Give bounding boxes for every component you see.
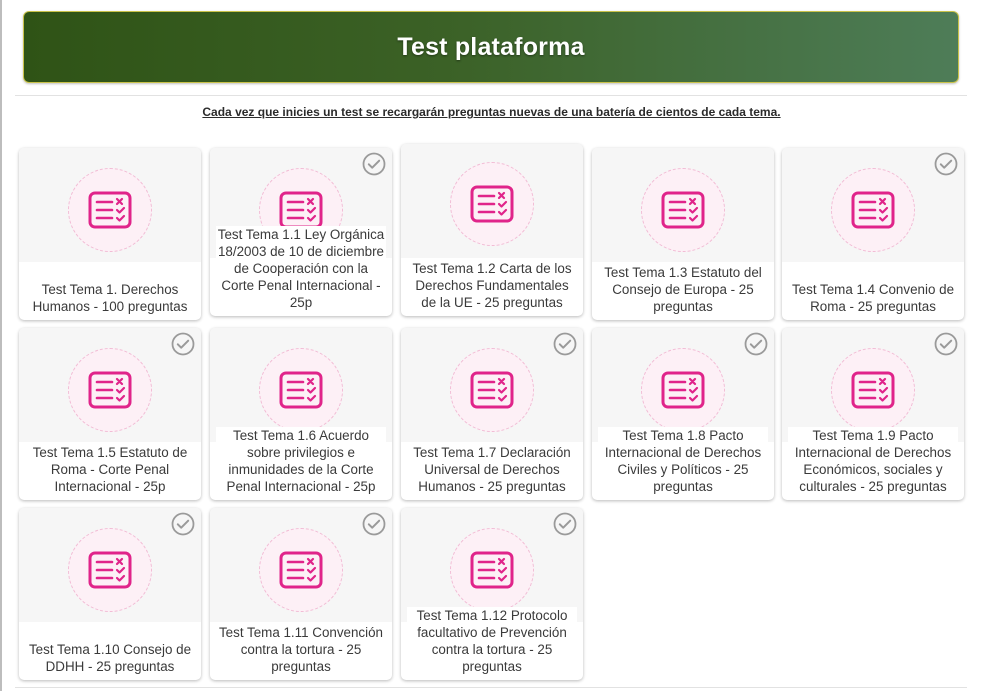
checkmark-circle-icon [744, 332, 768, 356]
test-card[interactable]: Test Tema 1.5 Estatuto de Roma - Corte P… [19, 328, 201, 500]
test-card[interactable]: Test Tema 1.7 Declaración Universal de D… [401, 328, 583, 500]
test-card-label: Test Tema 1.10 Consejo de DDHH - 25 preg… [25, 641, 195, 675]
checkmark-circle-icon [362, 152, 386, 176]
checklist-icon [68, 168, 152, 252]
test-card[interactable]: Test Tema 1.6 Acuerdo sobre privilegios … [210, 328, 392, 500]
test-card-label: Test Tema 1.1 Ley Orgánica 18/2003 de 10… [216, 226, 386, 311]
divider-bottom [15, 687, 967, 688]
test-card-label: Test Tema 1.6 Acuerdo sobre privilegios … [216, 427, 386, 495]
test-card-label: Test Tema 1.3 Estatuto del Consejo de Eu… [598, 264, 768, 315]
test-card-label: Test Tema 1.4 Convenio de Roma - 25 preg… [788, 281, 958, 315]
test-card[interactable]: Test Tema 1.12 Protocolo facultativo de … [401, 508, 583, 680]
test-card-label: Test Tema 1.7 Declaración Universal de D… [407, 444, 577, 495]
notice-text: Cada vez que inicies un test se recargar… [202, 105, 781, 119]
checklist-icon [641, 348, 725, 432]
divider-top [15, 95, 967, 96]
checkmark-circle-icon [171, 332, 195, 356]
test-card[interactable]: Test Tema 1.2 Carta de los Derechos Fund… [401, 144, 583, 316]
checklist-icon [259, 348, 343, 432]
checklist-icon [641, 168, 725, 252]
test-card[interactable]: Test Tema 1.3 Estatuto del Consejo de Eu… [592, 148, 774, 320]
checklist-icon [68, 348, 152, 432]
left-border [0, 0, 2, 691]
test-card-label: Test Tema 1.12 Protocolo facultativo de … [407, 607, 577, 675]
checkmark-circle-icon [171, 512, 195, 536]
checklist-icon [450, 348, 534, 432]
test-card-label: Test Tema 1.2 Carta de los Derechos Fund… [407, 260, 577, 311]
test-card-label: Test Tema 1.9 Pacto Internacional de Der… [788, 427, 958, 495]
test-card-label: Test Tema 1. Derechos Humanos - 100 preg… [25, 281, 195, 315]
checkmark-circle-icon [553, 512, 577, 536]
test-card[interactable]: Test Tema 1.9 Pacto Internacional de Der… [782, 328, 964, 500]
page-title: Test plataforma [397, 32, 585, 61]
test-card[interactable]: Test Tema 1.11 Convención contra la tort… [210, 508, 392, 680]
checklist-icon [68, 528, 152, 612]
test-card-label: Test Tema 1.8 Pacto Internacional de Der… [598, 427, 768, 495]
checkmark-circle-icon [553, 332, 577, 356]
checklist-icon [831, 168, 915, 252]
test-card[interactable]: Test Tema 1.8 Pacto Internacional de Der… [592, 328, 774, 500]
test-card[interactable]: Test Tema 1.10 Consejo de DDHH - 25 preg… [19, 508, 201, 680]
test-card[interactable]: Test Tema 1. Derechos Humanos - 100 preg… [19, 148, 201, 320]
checklist-icon [450, 162, 534, 246]
test-card-label: Test Tema 1.5 Estatuto de Roma - Corte P… [25, 444, 195, 495]
checklist-icon [450, 528, 534, 612]
checkmark-circle-icon [934, 332, 958, 356]
header-banner: Test plataforma [23, 11, 959, 83]
checklist-icon [259, 528, 343, 612]
test-card-label: Test Tema 1.11 Convención contra la tort… [216, 624, 386, 675]
checklist-icon [831, 348, 915, 432]
test-card[interactable]: Test Tema 1.1 Ley Orgánica 18/2003 de 10… [210, 148, 392, 316]
checkmark-circle-icon [934, 152, 958, 176]
checkmark-circle-icon [362, 512, 386, 536]
test-card[interactable]: Test Tema 1.4 Convenio de Roma - 25 preg… [782, 148, 964, 320]
